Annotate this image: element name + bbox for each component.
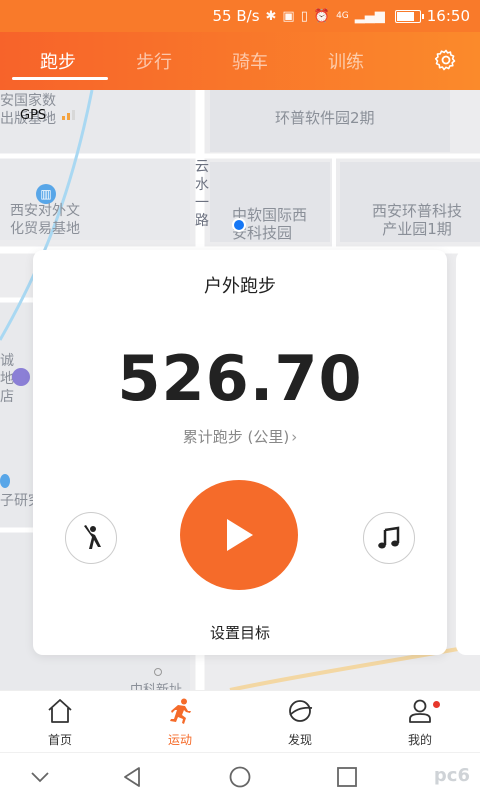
home-icon (48, 699, 72, 723)
status-bar: 55 B/s ✱ ▣ ▯ ⏰ 4G ▂▄▆ 16:50 (0, 0, 480, 32)
gps-label: GPS (20, 108, 47, 123)
building-icon: ▥ (36, 184, 56, 204)
tab-walking[interactable]: 步行 (136, 48, 172, 74)
map-label-bottom: 中科新址 (130, 682, 182, 690)
set-goal-button[interactable]: 设置目标 (33, 622, 447, 643)
chevron-right-icon: › (291, 428, 298, 446)
distance-label: 累计跑步 (公里) (182, 428, 290, 446)
running-card: 户外跑步 526.70 累计跑步 (公里) › 设置目标 (33, 250, 447, 655)
nav-profile-label: 我的 (407, 733, 432, 747)
battery-icon (394, 9, 424, 23)
bottom-nav: 首页 运动 发现 我的 (0, 690, 480, 752)
stretch-figure-icon (84, 525, 101, 549)
tab-cycling[interactable]: 骑车 (232, 48, 268, 74)
battery-fill (396, 11, 414, 21)
watermark: pc6 (433, 765, 470, 786)
vibrate-icon: ▯ (300, 8, 308, 24)
play-icon (227, 519, 253, 551)
distance-label-row[interactable]: 累计跑步 (公里) › (33, 426, 447, 447)
bluetooth-icon: ✱ (265, 8, 277, 24)
network-label: 4G (336, 11, 349, 21)
alarm-icon: ⏰ (313, 8, 331, 24)
poi-icon (0, 474, 10, 488)
start-run-button[interactable] (180, 480, 298, 590)
nfc-icon: ▣ (282, 8, 295, 24)
person-icon (409, 699, 431, 723)
nav-sport-label: 运动 (167, 733, 192, 747)
system-nav-bar: pc6 (0, 752, 480, 800)
map-label-hopson-park-2: 环普软件园2期 (275, 109, 375, 127)
card-title: 户外跑步 (204, 276, 276, 297)
nav-discover[interactable]: 发现 (260, 697, 340, 748)
notification-badge (433, 701, 440, 708)
gear-icon[interactable] (434, 48, 458, 72)
hotel-icon (12, 368, 30, 386)
poi-dot-icon (154, 668, 162, 676)
nav-home-label: 首页 (47, 733, 72, 747)
music-note-icon (378, 526, 400, 549)
signal-icon: ▂▄▆ (354, 8, 385, 24)
tab-running[interactable]: 跑步 (40, 48, 76, 74)
nav-profile[interactable]: 我的 (380, 697, 460, 748)
music-button[interactable] (363, 512, 415, 564)
planet-icon (289, 700, 313, 722)
back-icon[interactable] (120, 765, 144, 789)
clock: 16:50 (426, 7, 470, 25)
tab-indicator (12, 77, 108, 80)
map-label-yunshui-road: 云 水 一 路 (195, 159, 209, 229)
map-label-trade-base: 西安对外文 化贸易基地 (10, 203, 80, 237)
home-circle-icon[interactable] (228, 765, 252, 789)
nav-home[interactable]: 首页 (20, 697, 100, 748)
chevron-down-icon[interactable] (28, 765, 52, 789)
warmup-button[interactable] (65, 512, 117, 564)
net-speed: 55 B/s (212, 7, 260, 25)
next-card-peek[interactable] (456, 250, 480, 655)
recents-icon[interactable] (335, 765, 359, 789)
nav-sport[interactable]: 运动 (140, 697, 220, 748)
total-distance: 526.70 (117, 342, 363, 415)
current-location-dot (232, 218, 246, 232)
nav-discover-label: 发现 (287, 733, 312, 747)
gps-signal-icon (62, 110, 75, 120)
runner-icon (170, 698, 191, 724)
map-label-hopson-park-1: 西安环普科技 产业园1期 (372, 202, 463, 238)
tab-training[interactable]: 训练 (328, 48, 364, 74)
sport-tabs: 跑步 步行 骑车 训练 (0, 32, 480, 90)
